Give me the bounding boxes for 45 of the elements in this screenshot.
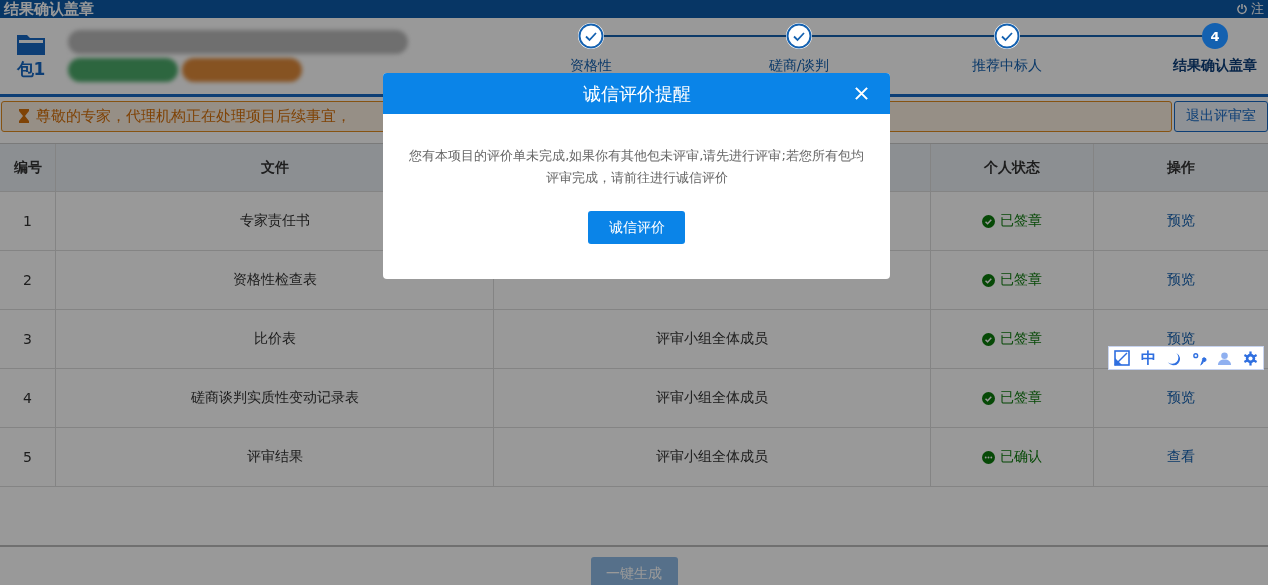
- evaluate-button[interactable]: 诚信评价: [588, 211, 685, 244]
- notice-text: 尊敬的专家，代理机构正在处理项目后续事宜，: [36, 106, 351, 126]
- table-cell: 评审小组全体成员: [656, 448, 768, 466]
- table-cell: 2: [23, 272, 32, 288]
- table-cell: 磋商谈判实质性变动记录表: [190, 389, 359, 407]
- column-header: 个人状态: [931, 144, 1094, 191]
- status-text: 已签章: [1000, 330, 1042, 348]
- table-cell: 评审结果: [246, 448, 303, 466]
- dialog-title: 诚信评价提醒: [582, 81, 691, 106]
- settings-icon[interactable]: [1242, 350, 1258, 366]
- action-link[interactable]: 预览: [1167, 271, 1195, 289]
- action-link[interactable]: 预览: [1167, 330, 1195, 348]
- status-text: 已确认: [1000, 448, 1042, 466]
- status-text: 已签章: [1000, 389, 1042, 407]
- action-link[interactable]: 查看: [1167, 448, 1195, 466]
- close-icon[interactable]: [854, 86, 869, 101]
- step-label: 结果确认盖章: [1173, 57, 1257, 75]
- table-cell: 比价表: [253, 330, 296, 348]
- power-icon: [1236, 3, 1248, 15]
- table-cell: 评审小组全体成员: [656, 330, 768, 348]
- step-label: 资格性: [570, 57, 612, 75]
- exit-button[interactable]: 退出评审室: [1174, 100, 1268, 132]
- status-text: 已签章: [1000, 271, 1042, 289]
- column-header: 编号: [0, 144, 56, 191]
- table-cell: 5: [23, 449, 32, 465]
- action-link[interactable]: 预览: [1167, 389, 1195, 407]
- table-cell: 资格性检查表: [232, 271, 317, 289]
- table-cell: 3: [23, 331, 32, 347]
- step-label: 推荐中标人: [972, 57, 1042, 75]
- column-header: 操作: [1166, 157, 1196, 177]
- table-cell: 4: [23, 390, 32, 406]
- table-cell: 评审小组全体成员: [656, 389, 768, 407]
- punctuation-icon[interactable]: [1191, 350, 1207, 366]
- step-number: 4: [1202, 23, 1228, 49]
- table-cell: 1: [23, 213, 32, 229]
- logout-link[interactable]: 注: [1236, 1, 1264, 17]
- keyboard-corner-icon[interactable]: [1114, 350, 1131, 366]
- status-text: 已签章: [1000, 212, 1042, 230]
- input-mode-toggle[interactable]: 中: [1140, 348, 1156, 368]
- package-label: 包1: [16, 57, 46, 81]
- page-title: 结果确认盖章: [4, 0, 94, 18]
- table-cell: 专家责任书: [239, 212, 310, 230]
- action-link[interactable]: 预览: [1167, 212, 1195, 230]
- hourglass-icon: [18, 108, 30, 124]
- step-label: 磋商/谈判: [768, 57, 830, 75]
